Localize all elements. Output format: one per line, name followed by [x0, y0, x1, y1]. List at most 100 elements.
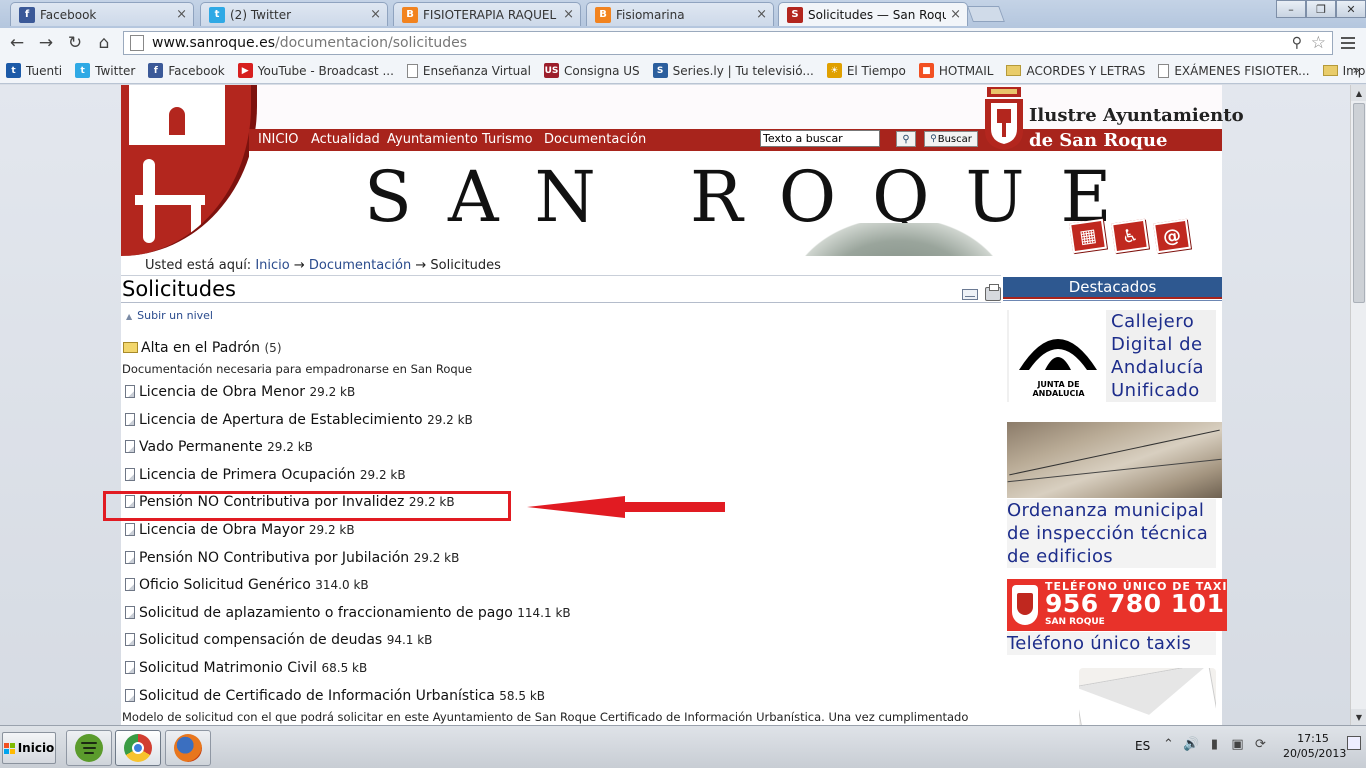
document-name: Solicitud de aplazamiento o fraccionamie…	[139, 605, 513, 621]
ordenanza-photo[interactable]	[1007, 422, 1222, 498]
bookmark-item[interactable]: US Consigna US	[543, 63, 640, 78]
tab-close-icon[interactable]: ×	[370, 7, 381, 22]
sync-icon[interactable]: ⟳	[1252, 736, 1269, 753]
document-item[interactable]: Licencia de Obra Mayor 29.2 kB	[125, 522, 355, 538]
scroll-up-arrow[interactable]: ▲	[1351, 85, 1366, 101]
document-icon	[125, 689, 135, 702]
taskbar-spotify[interactable]	[66, 730, 112, 766]
send-email-icon[interactable]	[962, 289, 978, 300]
minimize-button[interactable]: –	[1276, 0, 1306, 18]
nav-turismo[interactable]: Turismo	[482, 132, 533, 147]
bookmark-item[interactable]: t Twitter	[75, 63, 135, 78]
forward-button[interactable]: →	[34, 32, 58, 54]
reload-button[interactable]: ↻	[63, 32, 87, 54]
document-item[interactable]: Pensión NO Contributiva por Invalidez 29…	[125, 494, 455, 510]
bookmark-item[interactable]: ▶ YouTube - Broadcast ...	[237, 63, 394, 78]
site-search-input[interactable]	[760, 130, 880, 147]
document-item[interactable]: Pensión NO Contributiva por Jubilación 2…	[125, 550, 459, 566]
callejero-promo[interactable]: JUNTA DE ANDALUCIA Callejero Digital de …	[1007, 310, 1216, 402]
tab-solicitudes[interactable]: S Solicitudes — San Roque ×	[778, 2, 968, 26]
bookmarks-overflow-button[interactable]: »	[1353, 63, 1360, 77]
document-size: 114.1 kB	[517, 606, 571, 620]
bookmark-item[interactable]: t Tuenti	[6, 63, 62, 78]
search-icon[interactable]: ⚲	[896, 131, 916, 147]
document-name: Licencia de Apertura de Establecimiento	[139, 412, 423, 428]
folder-item[interactable]: Alta en el Padrón (5)	[123, 340, 282, 356]
tab-twitter[interactable]: t (2) Twitter ×	[200, 2, 388, 26]
bookmark-label: El Tiempo	[846, 63, 906, 78]
accessibility-icon[interactable]: ♿	[1111, 218, 1149, 254]
document-item[interactable]: Licencia de Obra Menor 29.2 kB	[125, 384, 355, 400]
tab-close-icon[interactable]: ×	[563, 7, 574, 22]
callejero-title: Callejero Digital de Andalucía Unificado	[1111, 310, 1204, 402]
taxi-banner[interactable]: TELÉFONO ÚNICO DE TAXI 956 780 101 SAN R…	[1007, 579, 1227, 631]
tab-fisioterapia[interactable]: B FISIOTERAPIA RAQUEL CHI ×	[393, 2, 581, 26]
windows-taskbar: Inicio ES ⌃ 🔊 ▮ ▣ ⟳ 17:15 20/05/2013	[0, 725, 1366, 768]
nav-inicio[interactable]: INICIO	[258, 132, 299, 147]
nav-documentacion[interactable]: Documentación	[544, 132, 646, 147]
bookmark-item[interactable]: f Facebook	[148, 63, 225, 78]
bookmark-item[interactable]: S Series.ly | Tu televisió...	[652, 63, 814, 78]
show-desktop-button[interactable]	[1347, 736, 1361, 750]
tab-fisiomarina[interactable]: B Fisiomarina ×	[586, 2, 774, 26]
bookmark-item[interactable]: ■ HOTMAIL	[918, 63, 993, 78]
taskbar-chrome[interactable]	[115, 730, 161, 766]
start-button[interactable]: Inicio	[2, 732, 56, 764]
tab-facebook[interactable]: f Facebook ×	[10, 2, 194, 26]
bookmark-item[interactable]: ACORDES Y LETRAS	[1006, 64, 1145, 78]
restore-button[interactable]: ❐	[1306, 0, 1336, 18]
document-item[interactable]: Vado Permanente 29.2 kB	[125, 439, 313, 455]
breadcrumb-documentacion[interactable]: Documentación	[309, 258, 411, 273]
document-icon	[125, 495, 135, 508]
volume-icon[interactable]: 🔊	[1183, 736, 1200, 753]
page-scrollbar[interactable]: ▲ ▼	[1350, 85, 1366, 725]
document-item[interactable]: Solicitud de aplazamiento o fraccionamie…	[125, 605, 571, 621]
calendar-icon[interactable]: ▦	[1069, 218, 1107, 254]
document-item[interactable]: Oficio Solicitud Genérico 314.0 kB	[125, 577, 369, 593]
back-button[interactable]: ←	[5, 32, 29, 54]
up-level-link[interactable]: ▲ Subir un nivel	[126, 309, 213, 322]
document-item[interactable]: Solicitud compensación de deudas 94.1 kB	[125, 632, 432, 648]
bookmark-label: ACORDES Y LETRAS	[1026, 63, 1146, 78]
scroll-down-arrow[interactable]: ▼	[1351, 709, 1366, 725]
zoom-icon[interactable]: ⚲	[1292, 35, 1302, 51]
home-button[interactable]: ⌂	[92, 32, 116, 54]
document-item[interactable]: Solicitud Matrimonio Civil 68.5 kB	[125, 660, 367, 676]
new-tab-button[interactable]	[967, 6, 1005, 22]
taxi-caption-link[interactable]: Teléfono único taxis	[1007, 632, 1216, 655]
folder-description: Documentación necesaria para empadronars…	[122, 362, 473, 376]
document-name: Solicitud de Certificado de Información …	[139, 688, 495, 704]
document-item[interactable]: Licencia de Primera Ocupación 29.2 kB	[125, 467, 406, 483]
nav-ayuntamiento[interactable]: Ayuntamiento	[387, 132, 478, 147]
bookmark-star-icon[interactable]: ☆	[1311, 33, 1326, 53]
bookmark-favicon-icon: US	[543, 63, 559, 78]
tray-expand-icon[interactable]: ⌃	[1160, 736, 1177, 753]
clock[interactable]: 17:15 20/05/2013	[1283, 731, 1346, 761]
scroll-thumb[interactable]	[1353, 103, 1365, 303]
bookmark-item[interactable]: Enseñanza Virtual	[406, 63, 531, 78]
battery-icon[interactable]: ▣	[1229, 736, 1246, 753]
address-bar[interactable]: www.sanroque.es/documentacion/solicitude…	[123, 31, 1333, 55]
san-roque-shield-logo[interactable]	[121, 85, 257, 256]
nav-actualidad[interactable]: Actualidad	[311, 132, 380, 147]
email-icon[interactable]: @	[1153, 218, 1191, 254]
network-icon[interactable]: ▮	[1206, 736, 1223, 753]
tab-close-icon[interactable]: ×	[176, 7, 187, 22]
language-indicator[interactable]: ES	[1135, 739, 1150, 753]
bookmark-item[interactable]: ☀ El Tiempo	[826, 63, 906, 78]
breadcrumb-current: Solicitudes	[430, 258, 501, 273]
tab-close-icon[interactable]: ×	[950, 7, 961, 22]
print-icon[interactable]	[985, 284, 1001, 301]
close-window-button[interactable]: ✕	[1336, 0, 1366, 18]
taskbar-firefox[interactable]	[165, 730, 211, 766]
breadcrumb-inicio[interactable]: Inicio	[255, 258, 289, 273]
bookmark-item[interactable]: EXÁMENES FISIOTER...	[1158, 63, 1310, 78]
ayuntamiento-brand[interactable]: Ilustre Ayuntamiento de San Roque	[983, 85, 1244, 153]
document-item[interactable]: Licencia de Apertura de Establecimiento …	[125, 412, 473, 428]
envelope-promo[interactable]	[1079, 668, 1216, 725]
tab-close-icon[interactable]: ×	[756, 7, 767, 22]
search-button[interactable]: ⚲ Buscar	[924, 131, 978, 147]
ordenanza-link[interactable]: Ordenanza municipal de inspección técnic…	[1007, 499, 1216, 568]
menu-icon[interactable]	[1338, 33, 1358, 53]
document-item[interactable]: Solicitud de Certificado de Información …	[125, 688, 545, 704]
